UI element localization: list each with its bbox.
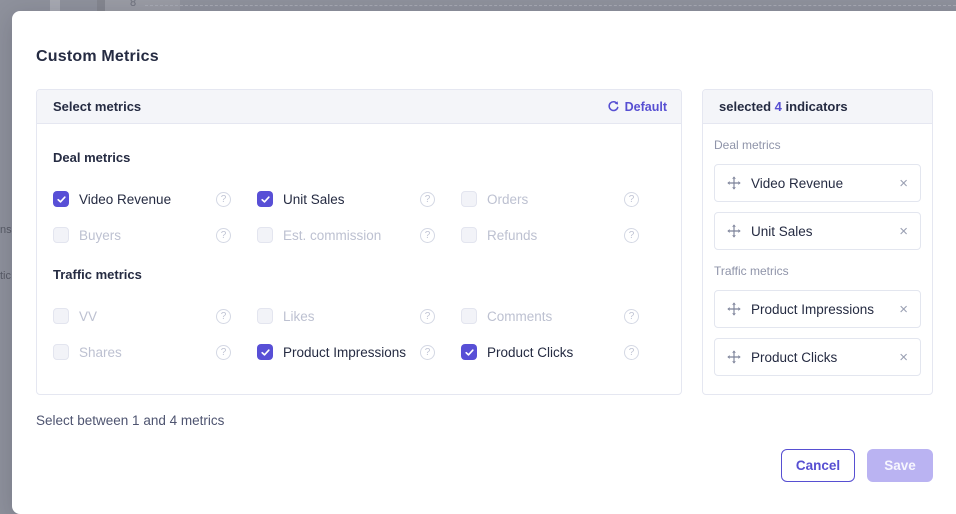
save-button[interactable]: Save xyxy=(867,449,933,482)
metric-checkbox-buyers: Buyers ? xyxy=(53,217,257,253)
metric-checkbox-shares: Shares ? xyxy=(53,334,257,370)
help-icon[interactable]: ? xyxy=(420,228,435,243)
selected-card-product-clicks: Product Clicks × xyxy=(714,338,921,376)
help-icon[interactable]: ? xyxy=(420,309,435,324)
select-metrics-header-label: Select metrics xyxy=(53,99,141,114)
metric-label: Shares xyxy=(79,345,216,360)
select-metrics-header: Select metrics Default xyxy=(37,90,681,124)
metric-checkbox-video-revenue: Video Revenue ? xyxy=(53,181,257,217)
metric-label: Orders xyxy=(487,192,624,207)
checkbox-unchecked-icon xyxy=(53,227,69,243)
selected-count: 4 xyxy=(775,99,782,114)
background-text-fragment: ns xyxy=(0,224,12,236)
metric-checkbox-likes: Likes ? xyxy=(257,298,461,334)
metric-checkbox-unit-sales: Unit Sales ? xyxy=(257,181,461,217)
panels-row: Select metrics Default Deal metrics xyxy=(36,89,933,395)
modal-title: Custom Metrics xyxy=(36,48,956,66)
select-metrics-body: Deal metrics Video Revenue ? Unit Sales xyxy=(37,124,681,370)
metric-checkbox-product-impressions: Product Impressions ? xyxy=(257,334,461,370)
metric-label: Comments xyxy=(487,309,624,324)
checkbox-unchecked-icon xyxy=(257,227,273,243)
checkbox-unchecked-icon xyxy=(257,308,273,324)
default-reset-button[interactable]: Default xyxy=(607,100,667,114)
metric-label: Unit Sales xyxy=(283,192,420,207)
background-gridline xyxy=(145,5,956,6)
drag-handle-icon[interactable] xyxy=(727,224,741,238)
metric-label: Buyers xyxy=(79,228,216,243)
metric-label: Product Clicks xyxy=(487,345,624,360)
background-chart-bar xyxy=(97,0,105,11)
default-button-label: Default xyxy=(625,100,667,114)
remove-icon[interactable]: × xyxy=(899,350,908,365)
selected-word: selected xyxy=(719,99,771,114)
metric-label: Est. commission xyxy=(283,228,420,243)
selected-card-unit-sales: Unit Sales × xyxy=(714,212,921,250)
selected-indicators-title: selected 4 indicators xyxy=(719,99,848,114)
custom-metrics-modal: Custom Metrics Select metrics Default De… xyxy=(12,11,956,514)
section-title-traffic: Traffic metrics xyxy=(53,267,665,282)
help-icon[interactable]: ? xyxy=(624,192,639,207)
selected-label: Video Revenue xyxy=(751,176,899,191)
selected-card-product-impressions: Product Impressions × xyxy=(714,290,921,328)
remove-icon[interactable]: × xyxy=(899,224,908,239)
help-icon[interactable]: ? xyxy=(624,228,639,243)
metric-checkbox-est-commission: Est. commission ? xyxy=(257,217,461,253)
metric-checkbox-product-clicks: Product Clicks ? xyxy=(461,334,665,370)
selected-group-deal: Deal metrics xyxy=(714,138,921,152)
remove-icon[interactable]: × xyxy=(899,176,908,191)
drag-handle-icon[interactable] xyxy=(727,302,741,316)
background-chart-bar xyxy=(50,0,60,11)
checkbox-unchecked-icon xyxy=(53,344,69,360)
indicators-word: indicators xyxy=(786,99,848,114)
help-icon[interactable]: ? xyxy=(420,192,435,207)
metric-label: Video Revenue xyxy=(79,192,216,207)
checkbox-checked-icon[interactable] xyxy=(53,191,69,207)
metric-checkbox-refunds: Refunds ? xyxy=(461,217,665,253)
metric-checkbox-comments: Comments ? xyxy=(461,298,665,334)
metric-label: Product Impressions xyxy=(283,345,420,360)
modal-footer: Cancel Save xyxy=(36,449,933,482)
checkbox-unchecked-icon xyxy=(461,191,477,207)
selection-hint: Select between 1 and 4 metrics xyxy=(36,413,956,428)
selected-card-video-revenue: Video Revenue × xyxy=(714,164,921,202)
drag-handle-icon[interactable] xyxy=(727,350,741,364)
selected-indicators-panel: selected 4 indicators Deal metrics xyxy=(702,89,933,395)
select-metrics-panel: Select metrics Default Deal metrics xyxy=(36,89,682,395)
help-icon[interactable]: ? xyxy=(624,309,639,324)
selected-indicators-body: Deal metrics Video Revenue × xyxy=(703,138,932,376)
metric-checkbox-vv: VV ? xyxy=(53,298,257,334)
help-icon[interactable]: ? xyxy=(216,192,231,207)
traffic-metrics-grid: VV ? Likes ? Comments ? xyxy=(53,298,665,370)
help-icon[interactable]: ? xyxy=(216,228,231,243)
selected-label: Product Clicks xyxy=(751,350,899,365)
selected-label: Product Impressions xyxy=(751,302,899,317)
background-axis-tick: 8 xyxy=(130,0,136,9)
help-icon[interactable]: ? xyxy=(624,345,639,360)
metric-checkbox-orders: Orders ? xyxy=(461,181,665,217)
selected-label: Unit Sales xyxy=(751,224,899,239)
metric-label: VV xyxy=(79,309,216,324)
checkbox-checked-icon[interactable] xyxy=(257,344,273,360)
selected-group-traffic: Traffic metrics xyxy=(714,264,921,278)
help-icon[interactable]: ? xyxy=(216,309,231,324)
help-icon[interactable]: ? xyxy=(216,345,231,360)
section-title-deal: Deal metrics xyxy=(53,150,665,165)
deal-metrics-grid: Video Revenue ? Unit Sales ? Orders ? xyxy=(53,181,665,253)
metric-label: Refunds xyxy=(487,228,624,243)
drag-handle-icon[interactable] xyxy=(727,176,741,190)
checkbox-unchecked-icon xyxy=(53,308,69,324)
metric-label: Likes xyxy=(283,309,420,324)
remove-icon[interactable]: × xyxy=(899,302,908,317)
help-icon[interactable]: ? xyxy=(420,345,435,360)
cancel-button[interactable]: Cancel xyxy=(781,449,855,482)
reset-icon xyxy=(607,100,620,113)
selected-indicators-header: selected 4 indicators xyxy=(703,90,932,124)
checkbox-unchecked-icon xyxy=(461,308,477,324)
checkbox-checked-icon[interactable] xyxy=(257,191,273,207)
checkbox-unchecked-icon xyxy=(461,227,477,243)
checkbox-checked-icon[interactable] xyxy=(461,344,477,360)
